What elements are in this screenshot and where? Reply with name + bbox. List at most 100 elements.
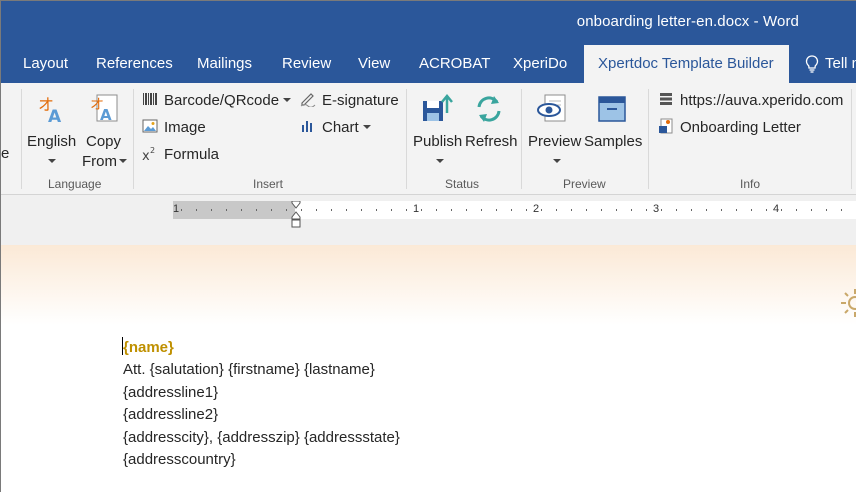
ruler-tick: [616, 209, 617, 211]
barcode-label: Barcode/QRcode: [164, 92, 280, 109]
ruler-tick: [346, 209, 347, 211]
samples-label: Samples: [584, 133, 643, 150]
ruler-tick: [226, 209, 227, 211]
copy-label: Copy: [86, 133, 122, 150]
field-city-zip-state[interactable]: {addresscity}, {addresszip} {addressstat…: [123, 429, 400, 446]
ruler-tick: [586, 209, 587, 211]
ruler-tick: [496, 209, 497, 211]
samples-icon: [598, 96, 626, 122]
field-addressline1[interactable]: {addressline1}: [123, 384, 218, 401]
ruler-tick: [451, 209, 452, 211]
signature-icon: [300, 93, 316, 107]
ruler-number: 3: [653, 203, 660, 215]
ruler-tick: [436, 209, 437, 211]
ruler-tick: [316, 209, 317, 211]
field-addressline2[interactable]: {addressline2}: [123, 406, 218, 423]
ruler-number: 1: [173, 203, 180, 215]
ruler-tick: [691, 209, 692, 211]
ruler-tick: [421, 209, 422, 211]
tab-view[interactable]: View: [358, 45, 390, 83]
ruler-tick: [526, 209, 527, 211]
svg-text:A: A: [100, 106, 112, 124]
ruler-tick: [796, 209, 797, 211]
group-label-info: Info: [740, 177, 761, 191]
ruler-tick: [541, 209, 542, 211]
ruler-tick: [601, 209, 602, 211]
preview-label: Preview: [528, 133, 582, 150]
document-canvas[interactable]: {name} Att. {salutation} {firstname} {la…: [1, 245, 856, 492]
ruler-tick: [286, 209, 287, 211]
ruler-tick: [811, 209, 812, 211]
tab-layout[interactable]: Layout: [23, 45, 68, 83]
field-addresscountry[interactable]: {addresscountry}: [123, 451, 236, 468]
from-label: From: [82, 153, 117, 170]
ruler-tick: [706, 209, 707, 211]
preview-icon: [537, 94, 566, 122]
tab-xperido[interactable]: XperiDo: [513, 45, 567, 83]
ruler-tick: [481, 209, 482, 211]
horizontal-ruler[interactable]: 1 1 2 3 4: [173, 201, 856, 228]
server-url[interactable]: https://auva.xperido.com: [658, 91, 843, 109]
refresh-icon: [477, 96, 501, 122]
publish-icon: [423, 94, 453, 121]
window-title: onboarding letter-en.docx - Word: [576, 13, 799, 30]
formula-label: Formula: [164, 146, 220, 163]
ruler-tick: [256, 209, 257, 211]
formula-icon: x 2: [142, 146, 155, 161]
chart-button[interactable]: Chart: [300, 118, 371, 136]
sun-icon: [841, 289, 856, 317]
ruler-tick: [466, 209, 467, 211]
ruler-tick: [631, 209, 632, 211]
ruler-tick: [241, 209, 242, 211]
image-icon: [142, 119, 158, 133]
ruler-tick: [376, 209, 377, 211]
ruler-tick: [271, 209, 272, 211]
group-label-preview: Preview: [563, 177, 606, 191]
group-label-language: Language: [48, 177, 102, 191]
ruler-tick: [511, 209, 512, 211]
ruler-left-margin: [173, 201, 295, 219]
header-gradient: [1, 245, 856, 325]
formula-button[interactable]: x 2 Formula: [142, 145, 219, 163]
lightbulb-icon: [805, 55, 819, 73]
ruler-tick: [331, 209, 332, 211]
field-attention-line[interactable]: Att. {salutation} {firstname} {lastname}: [123, 361, 375, 378]
image-button[interactable]: Image: [142, 118, 206, 136]
ruler-tick: [826, 209, 827, 211]
ruler-tick: [301, 209, 302, 211]
tab-tell-me[interactable]: Tell m: [825, 45, 856, 83]
svg-text:A: A: [48, 107, 62, 125]
template-icon: [659, 118, 673, 134]
tab-mailings[interactable]: Mailings: [197, 45, 252, 83]
e-signature-button[interactable]: E-signature: [300, 91, 399, 109]
group-label-status: Status: [445, 177, 480, 191]
svg-text:2: 2: [150, 146, 155, 155]
language-icon: オ A: [38, 95, 62, 125]
field-name[interactable]: {name}: [123, 339, 174, 356]
ruler-tick: [751, 209, 752, 211]
chart-label: Chart: [322, 119, 359, 136]
refresh-label: Refresh: [465, 133, 518, 150]
template-name-label: Onboarding Letter: [680, 119, 801, 136]
template-name[interactable]: Onboarding Letter: [658, 118, 801, 136]
ruler-tick: [196, 209, 197, 211]
ruler-tick: [556, 209, 557, 211]
publish-label: Publish: [413, 133, 463, 150]
tab-acrobat[interactable]: ACROBAT: [419, 45, 490, 83]
english-label: English: [27, 133, 77, 150]
group-label-insert: Insert: [253, 177, 284, 191]
copy-language-icon: オ A: [90, 94, 118, 124]
svg-text:x: x: [142, 149, 150, 161]
ruler-tick: [181, 209, 182, 211]
barcode-qrcode-button[interactable]: Barcode/QRcode: [142, 91, 292, 109]
tab-xpertdoc-template-builder[interactable]: Xpertdoc Template Builder: [584, 45, 789, 83]
barcode-icon: [143, 93, 157, 105]
ruler-tick: [361, 209, 362, 211]
ribbon: e オ A English オ A Copy From Language Bar…: [1, 83, 856, 195]
server-url-label: https://auva.xperido.com: [680, 92, 844, 109]
ruler-number: 2: [533, 203, 540, 215]
tab-review[interactable]: Review: [282, 45, 331, 83]
indent-marker[interactable]: [291, 201, 301, 229]
tab-references[interactable]: References: [96, 45, 173, 83]
ruler-tick: [721, 209, 722, 211]
